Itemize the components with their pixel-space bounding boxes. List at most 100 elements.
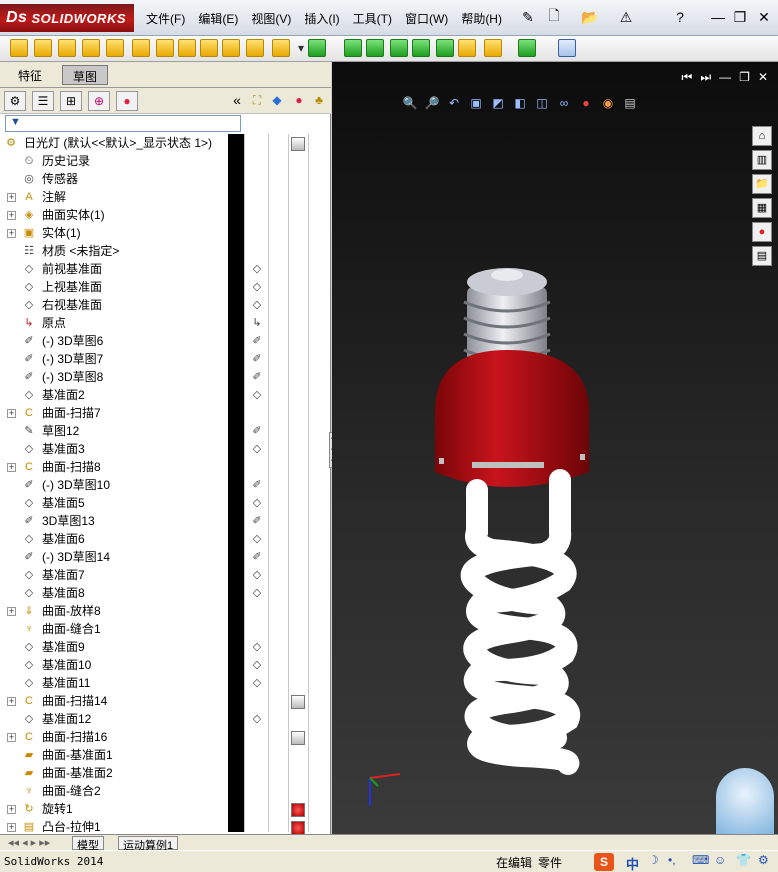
fillet-tool-icon[interactable] xyxy=(132,39,150,57)
tab-motion-study[interactable]: 运动算例1 xyxy=(118,836,179,852)
tab-scroll-arrows-icon[interactable]: ◂◂ ◂ ▸ ▸▸ xyxy=(4,836,54,850)
expand-toggle-icon[interactable]: + xyxy=(7,607,16,616)
tree-item[interactable]: + ◈ 曲面实体(1) xyxy=(0,206,228,224)
property-manager-tab-icon[interactable]: ☰ xyxy=(32,91,54,111)
ime-chinese-mode[interactable]: 中 xyxy=(626,854,639,872)
appearance-swatch-icon[interactable] xyxy=(291,137,305,151)
tree-filter-input[interactable]: ▼ xyxy=(5,115,241,132)
visibility-icon[interactable]: ◇ xyxy=(250,586,264,600)
tree-item[interactable]: ◇ 基准面8 xyxy=(0,584,228,602)
tree-item[interactable]: + C 曲面-扫描7 xyxy=(0,404,228,422)
dimxpert-tab-icon[interactable]: ⊕ xyxy=(88,91,110,111)
tree-root[interactable]: ⚙ 日光灯 (默认<<默认>_显示状态 1>) xyxy=(0,134,228,152)
tree-item[interactable]: + C 曲面-扫描14 xyxy=(0,692,228,710)
expand-toggle-icon[interactable]: + xyxy=(7,211,16,220)
extrude-tool-icon[interactable] xyxy=(10,39,28,57)
boundary-tool-icon[interactable] xyxy=(106,39,124,57)
tab-sketch[interactable]: 草图 xyxy=(62,65,109,85)
tree-item[interactable]: + ↻ 旋转1 xyxy=(0,800,228,818)
visibility-icon[interactable]: ✐ xyxy=(250,352,264,366)
tree-item[interactable]: ✎ 草图12 xyxy=(0,422,228,440)
tree-item[interactable]: ◇ 基准面10 xyxy=(0,656,228,674)
visibility-icon[interactable]: ✐ xyxy=(250,424,264,438)
visibility-icon[interactable]: ✐ xyxy=(250,478,264,492)
graphics-viewport[interactable]: ⏮ ⏭ — ❐ ✕ 🔍 🔎 ↶ ▣ ◩ ◧ ◫ ∞ ● ◉ ▤ ⌂ ▥ 📁 ▦ … xyxy=(332,62,778,834)
menu-item-2[interactable]: 视图(V) xyxy=(251,10,291,27)
visibility-icon[interactable]: ↳ xyxy=(250,316,264,330)
tab-features[interactable]: 特征 xyxy=(8,65,52,85)
feature-manager-tab-icon[interactable]: ⚙ xyxy=(4,91,26,111)
tree-item[interactable]: ◇ 基准面5 xyxy=(0,494,228,512)
tree-item[interactable]: ♆ 曲面-缝合1 xyxy=(0,620,228,638)
rebuild-warning-icon[interactable]: ⚠ xyxy=(616,7,636,27)
menu-item-6[interactable]: 帮助(H) xyxy=(461,10,502,27)
sweep-tool-icon[interactable] xyxy=(58,39,76,57)
tree-item[interactable]: ◇ 前视基准面 xyxy=(0,260,228,278)
visibility-icon[interactable]: ◇ xyxy=(250,298,264,312)
tree-item[interactable]: + C 曲面-扫描16 xyxy=(0,728,228,746)
ruler-tool-icon[interactable] xyxy=(558,39,576,57)
visibility-icon[interactable]: ◇ xyxy=(250,676,264,690)
help-icon[interactable]: ? xyxy=(670,7,690,27)
curves-icon[interactable] xyxy=(366,39,384,57)
tree-item[interactable]: + C 曲面-扫描8 xyxy=(0,458,228,476)
menu-item-5[interactable]: 窗口(W) xyxy=(405,10,448,27)
display-manager-tab-icon[interactable]: ● xyxy=(116,91,138,111)
visibility-icon[interactable]: ◇ xyxy=(250,640,264,654)
custom-properties-icon[interactable]: ▤ xyxy=(752,246,772,266)
close-icon[interactable]: ✕ xyxy=(754,7,774,27)
appearance-icon[interactable]: ◆ xyxy=(266,91,288,111)
linear-pattern-icon[interactable] xyxy=(308,39,326,57)
tree-item[interactable]: ◇ 基准面6 xyxy=(0,530,228,548)
visibility-icon[interactable]: ◇ xyxy=(250,496,264,510)
shell-tool-icon[interactable] xyxy=(200,39,218,57)
tree-item[interactable]: ✐ (-) 3D草图8 xyxy=(0,368,228,386)
keyboard-icon[interactable]: ⌨ xyxy=(692,853,709,867)
tree-item[interactable]: ◇ 基准面9 xyxy=(0,638,228,656)
tree-item[interactable]: ▰ 曲面-基准面2 xyxy=(0,764,228,782)
tree-item[interactable]: + ▣ 实体(1) xyxy=(0,224,228,242)
tree-item[interactable]: ▰ 曲面-基准面1 xyxy=(0,746,228,764)
assistant-bird-icon[interactable] xyxy=(716,768,774,834)
visibility-icon[interactable]: ✐ xyxy=(250,550,264,564)
visibility-icon[interactable]: ✐ xyxy=(250,370,264,384)
tree-item[interactable]: ◇ 基准面2 xyxy=(0,386,228,404)
hole-tool-icon[interactable] xyxy=(246,39,264,57)
tree-item[interactable]: ◎ 传感器 xyxy=(0,170,228,188)
design-library-icon[interactable]: ▥ xyxy=(752,150,772,170)
appearance-swatch-icon[interactable] xyxy=(291,821,305,835)
configuration-manager-tab-icon[interactable]: ⊞ xyxy=(60,91,82,111)
skin-icon[interactable]: 👕 xyxy=(736,853,751,867)
rib-tool-icon[interactable] xyxy=(178,39,196,57)
visibility-icon[interactable]: ◇ xyxy=(250,280,264,294)
appearance-swatch-icon[interactable] xyxy=(291,803,305,817)
visibility-icon[interactable]: ◇ xyxy=(250,658,264,672)
surface-extend-icon[interactable] xyxy=(412,39,430,57)
menu-item-3[interactable]: 插入(I) xyxy=(304,10,339,27)
loft-tool-icon[interactable] xyxy=(82,39,100,57)
file-explorer-icon[interactable]: 📁 xyxy=(752,174,772,194)
tree-item[interactable]: ✐ (-) 3D草图6 xyxy=(0,332,228,350)
visibility-icon[interactable]: ◇ xyxy=(250,532,264,546)
sogou-ime-icon[interactable]: S xyxy=(594,853,614,871)
expand-toggle-icon[interactable]: + xyxy=(7,823,16,832)
chamfer-tool-icon[interactable] xyxy=(156,39,174,57)
color-ball-icon[interactable]: ● xyxy=(288,91,310,111)
visibility-icon[interactable]: ◇ xyxy=(250,442,264,456)
menu-item-0[interactable]: 文件(F) xyxy=(146,10,185,27)
curve-tool-icon[interactable] xyxy=(518,39,536,57)
expand-toggle-icon[interactable]: + xyxy=(7,463,16,472)
expand-toggle-icon[interactable]: + xyxy=(7,805,16,814)
tree-item[interactable]: ✐ 3D草图13 xyxy=(0,512,228,530)
draft-tool-icon[interactable] xyxy=(222,39,240,57)
expand-toggle-icon[interactable]: + xyxy=(7,409,16,418)
menu-item-1[interactable]: 编辑(E) xyxy=(198,10,238,27)
tree-item[interactable]: ♆ 曲面-缝合2 xyxy=(0,782,228,800)
tree-item[interactable]: ◇ 上视基准面 xyxy=(0,278,228,296)
punctuation-icon[interactable]: •, xyxy=(668,853,676,867)
tree-item[interactable]: ⏲ 历史记录 xyxy=(0,152,228,170)
minimize-icon[interactable]: — xyxy=(708,7,728,27)
user-icon[interactable]: ☺ xyxy=(714,853,726,867)
revolve-tool-icon[interactable] xyxy=(34,39,52,57)
visibility-icon[interactable]: ◇ xyxy=(250,262,264,276)
